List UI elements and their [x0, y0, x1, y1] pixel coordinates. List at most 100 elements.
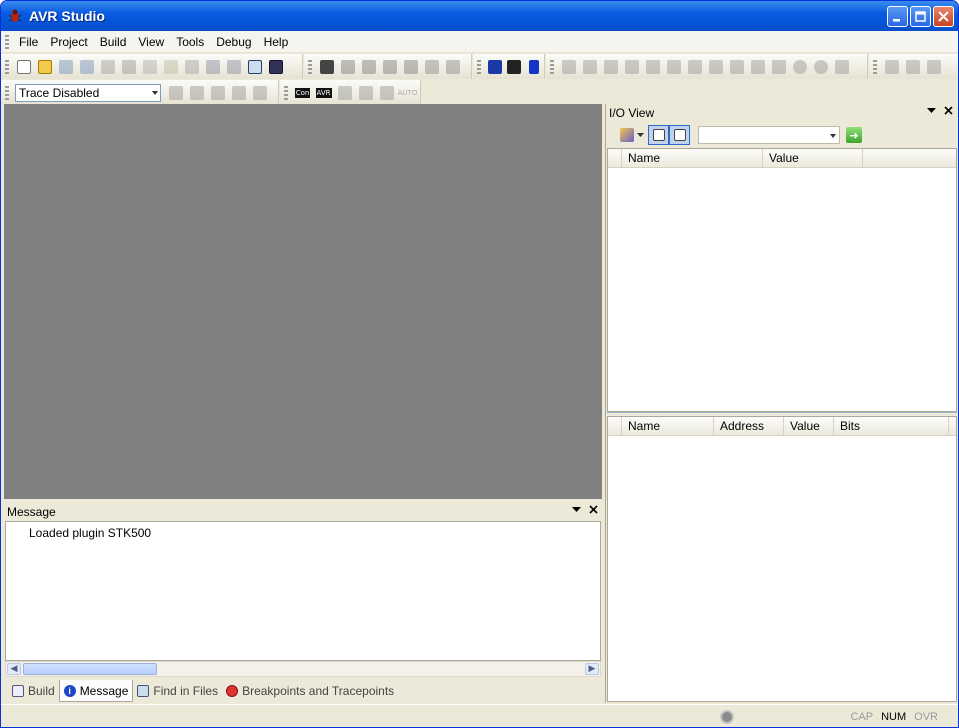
menu-help[interactable]: Help	[258, 33, 295, 51]
remove-breakpoints-button[interactable]	[810, 57, 831, 77]
maximize-button[interactable]	[910, 6, 931, 27]
tree-view-button[interactable]	[648, 125, 669, 145]
close-file-icon	[100, 59, 115, 74]
message-horizontal-scrollbar[interactable]: ◀ ▶	[5, 661, 601, 677]
trace-start-button[interactable]	[228, 83, 249, 103]
find-button[interactable]	[316, 57, 337, 77]
tab-breakpoints[interactable]: Breakpoints and Tracepoints	[222, 680, 398, 702]
trace-toggle-button[interactable]	[165, 83, 186, 103]
trace-mode-select[interactable]: Trace Disabled	[15, 83, 161, 102]
column-name[interactable]: Name	[622, 149, 763, 168]
run-to-cursor-button[interactable]	[705, 57, 726, 77]
column-name[interactable]: Name	[622, 417, 714, 436]
column-address[interactable]: Address	[714, 417, 784, 436]
paste-button[interactable]	[160, 57, 181, 77]
menu-tools[interactable]: Tools	[170, 33, 210, 51]
menu-file[interactable]: File	[13, 33, 44, 51]
probe-alt-button[interactable]	[376, 83, 397, 103]
toolbar-grip[interactable]	[284, 85, 288, 100]
bookmark-toggle-button[interactable]	[337, 57, 358, 77]
new-file-button[interactable]	[13, 57, 34, 77]
message-output[interactable]: Loaded plugin STK500	[5, 521, 601, 661]
menu-project[interactable]: Project	[44, 33, 93, 51]
menu-debug[interactable]: Debug	[210, 33, 257, 51]
tab-message[interactable]: i Message	[58, 680, 134, 702]
probe-button[interactable]	[355, 83, 376, 103]
title-bar[interactable]: AVR Studio	[1, 1, 958, 31]
windows-button[interactable]	[244, 57, 265, 77]
step-out-button[interactable]	[684, 57, 705, 77]
run-button[interactable]	[558, 57, 579, 77]
stk500-button[interactable]	[524, 57, 544, 77]
save-all-button[interactable]	[76, 57, 97, 77]
io-tree-grid[interactable]: Name Value	[607, 148, 957, 412]
con-button[interactable]: Con	[292, 83, 313, 103]
bookmark-prev-button[interactable]	[379, 57, 400, 77]
disassembler-button[interactable]	[768, 57, 789, 77]
copy-button[interactable]	[139, 57, 160, 77]
io-bits-grid[interactable]: Name Address Value Bits	[607, 416, 957, 702]
step-over-button[interactable]	[663, 57, 684, 77]
toolbar-grip[interactable]	[5, 85, 9, 100]
toolbar-grip[interactable]	[308, 59, 312, 74]
show-next-statement-button[interactable]	[747, 57, 768, 77]
step-into-button[interactable]	[642, 57, 663, 77]
toggle-breakpoint-button[interactable]	[789, 57, 810, 77]
tab-build[interactable]: Build	[8, 680, 59, 702]
scroll-thumb[interactable]	[23, 663, 157, 675]
save-button[interactable]	[55, 57, 76, 77]
menubar-grip[interactable]	[5, 34, 9, 49]
editor-area[interactable]	[4, 104, 602, 499]
scroll-right-button[interactable]: ▶	[585, 663, 599, 675]
indent-button[interactable]	[421, 57, 442, 77]
avr-button[interactable]: AVR	[313, 83, 334, 103]
watch-window-button[interactable]	[881, 57, 902, 77]
column-bits[interactable]: Bits	[834, 417, 949, 436]
trace-stop-button[interactable]	[249, 83, 270, 103]
menu-view[interactable]: View	[132, 33, 170, 51]
list-view-button[interactable]	[669, 125, 690, 145]
toolbar-grip[interactable]	[550, 59, 554, 74]
register-window-button[interactable]	[902, 57, 923, 77]
print-button[interactable]	[181, 57, 202, 77]
trace-clear-button[interactable]	[186, 83, 207, 103]
menu-build[interactable]: Build	[94, 33, 133, 51]
chip-view-button[interactable]	[334, 83, 355, 103]
quickwatch-button[interactable]	[831, 57, 852, 77]
find-in-files-button[interactable]	[265, 57, 286, 77]
reset-button[interactable]	[600, 57, 621, 77]
stop-button[interactable]	[579, 57, 600, 77]
panel-menu-chevron-icon[interactable]	[572, 506, 581, 513]
undo-close-button[interactable]	[97, 57, 118, 77]
io-filter-select[interactable]	[698, 126, 840, 144]
program-avr-button[interactable]	[485, 57, 505, 77]
cut-button[interactable]	[118, 57, 139, 77]
close-window-button[interactable]	[933, 6, 954, 27]
minimize-button[interactable]	[887, 6, 908, 27]
io-go-button[interactable]: ➜	[846, 127, 862, 143]
memory-window-button[interactable]	[923, 57, 944, 77]
connect-button[interactable]	[505, 57, 525, 77]
panel-menu-chevron-icon[interactable]	[927, 107, 936, 114]
auto-button[interactable]: AUTO	[397, 83, 418, 103]
trace-filter-button[interactable]	[207, 83, 228, 103]
auto-step-button[interactable]	[726, 57, 747, 77]
outdent-button[interactable]	[442, 57, 463, 77]
column-value[interactable]: Value	[784, 417, 834, 436]
chevron-down-icon[interactable]	[637, 132, 644, 138]
bookmark-next-button[interactable]	[358, 57, 379, 77]
break-button[interactable]	[621, 57, 642, 77]
toolbar-grip[interactable]	[477, 59, 481, 74]
bookmark-clear-button[interactable]	[400, 57, 421, 77]
scroll-left-button[interactable]: ◀	[7, 663, 21, 675]
io-settings-button[interactable]	[616, 125, 637, 145]
undo-button[interactable]	[202, 57, 223, 77]
tab-find-in-files[interactable]: Find in Files	[133, 680, 222, 702]
open-file-button[interactable]	[34, 57, 55, 77]
panel-close-icon[interactable]	[589, 505, 598, 514]
panel-close-icon[interactable]	[944, 106, 953, 115]
column-value[interactable]: Value	[763, 149, 863, 168]
redo-button[interactable]	[223, 57, 244, 77]
toolbar-grip[interactable]	[5, 59, 9, 74]
toolbar-grip[interactable]	[873, 59, 877, 74]
